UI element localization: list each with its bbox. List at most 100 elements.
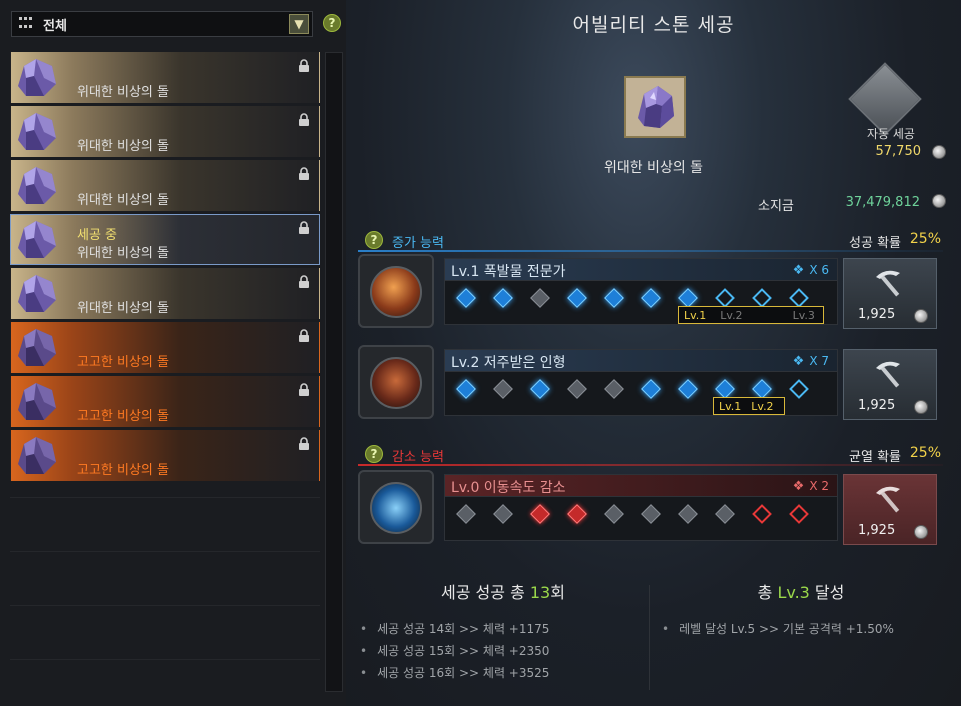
lock-icon[interactable] [297,221,311,235]
list-scrollbar[interactable] [325,52,343,692]
stone-icon [18,167,56,204]
craft-button[interactable]: 1,925 [843,349,937,420]
bolt-icon: ❖ [792,263,805,278]
progress-node [789,504,809,524]
craft-button[interactable]: 1,925 [843,258,937,329]
progress-node [604,504,624,524]
craft-cost: 1,925 [858,307,896,322]
crafting-panel: 어빌리티 스톤 세공 위대한 비상의 돌 자동 세공 57,750 소지금 37… [346,0,961,706]
stone-list: 위대한 비상의 돌 위대한 비상의 돌 위대한 비상의 돌 세공 중 위대한 비상의 돌… [10,52,320,696]
stone-icon [18,329,56,366]
ability-name: Lv.2 저주받은 인형 [451,355,566,371]
success-rate-label: 성공 확률 [849,236,901,251]
divider [649,585,650,690]
ability-row: Lv.2 저주받은 인형 ❖ X 7 Lv.1 Lv.2 1,925 [358,345,943,420]
level-tags: Lv.1 Lv.2 Lv.3 [678,306,824,324]
list-item[interactable]: 고고한 비상의 돌 [10,376,320,427]
lock-icon[interactable] [297,167,311,181]
progress-node [567,379,587,399]
decrease-section-header: ? 감소 능력 균열 확률 25% [358,444,943,466]
progress-node [678,288,698,308]
stone-icon [18,275,56,312]
stone-icon [626,78,684,136]
auto-craft-cost: 57,750 [875,144,922,159]
list-item[interactable]: 위대한 비상의 돌 [10,160,320,211]
level-total: 총 Lv.3 달성 [757,583,845,602]
pickaxe-icon [876,270,900,297]
bonus-item: 세공 성공 15회 >> 체력 +2350 [360,642,549,659]
bonus-item: 세공 성공 14회 >> 체력 +1175 [360,620,549,637]
lock-icon[interactable] [297,59,311,73]
ability-multiplier: ❖ X 7 [792,354,829,369]
progress-node [530,379,550,399]
chevron-down-icon[interactable]: ▼ [289,14,309,34]
progress-node [493,288,513,308]
selected-stone-name: 위대한 비상의 돌 [603,160,704,176]
divider [10,605,320,606]
divider [358,464,943,466]
divider [10,551,320,552]
crack-rate-label: 균열 확률 [849,450,901,465]
level-tag: Lv.2 [720,308,743,322]
progress-node [789,379,809,399]
list-item[interactable]: 위대한 비상의 돌 [10,52,320,103]
progress-node [493,379,513,399]
list-item[interactable]: 고고한 비상의 돌 [10,430,320,481]
stone-name: 위대한 비상의 돌 [77,301,169,316]
progress-node [678,504,698,524]
level-tags: Lv.1 Lv.2 [713,397,785,415]
lock-icon[interactable] [297,383,311,397]
decrease-heading: 감소 능력 [392,450,444,465]
level-tag: Lv.3 [792,308,815,322]
stone-name: 고고한 비상의 돌 [77,409,169,424]
craft-cost: 1,925 [858,398,896,413]
explosive-icon [370,266,422,318]
ability-row: Lv.0 이동속도 감소 ❖ X 2 1,925 [358,470,943,545]
list-item[interactable]: 세공 중 위대한 비상의 돌 [10,214,320,265]
stone-name: 위대한 비상의 돌 [77,193,169,208]
grid-icon [19,17,35,31]
level-tag: Lv.1 [719,399,742,413]
cursed-doll-icon [370,357,422,409]
craft-cost: 1,925 [858,523,896,538]
progress-node [789,288,809,308]
ability-name-bar: Lv.2 저주받은 인형 ❖ X 7 [445,350,837,372]
silver-coin-icon [932,194,946,208]
ability-emblem [358,345,434,419]
silver-coin-icon [914,525,928,539]
filter-dropdown[interactable]: 전체 ▼ [11,11,313,37]
lock-icon[interactable] [297,329,311,343]
bonus-item: 레벨 달성 Lv.5 >> 기본 공격력 +1.50% [662,620,894,637]
lock-icon[interactable] [297,275,311,289]
bonus-item: 세공 성공 16회 >> 체력 +3525 [360,664,549,681]
list-item[interactable]: 위대한 비상의 돌 [10,268,320,319]
progress-node [530,504,550,524]
lock-icon[interactable] [297,113,311,127]
lock-icon[interactable] [297,437,311,451]
help-icon[interactable]: ? [365,445,383,463]
stone-list-panel: 전체 ▼ ? 위대한 비상의 돌 위대한 비상의 돌 위대한 비상의 돌 세공 중 위대… [0,0,346,706]
success-total: 세공 성공 총 13회 [441,583,565,602]
success-bonus-list: 세공 성공 14회 >> 체력 +1175 세공 성공 15회 >> 체력 +23… [360,620,549,686]
progress-node [567,504,587,524]
stone-name: 고고한 비상의 돌 [77,355,169,370]
auto-craft-label: 자동 세공 [867,127,915,141]
progress-node [752,504,772,524]
speed-boot-icon [370,482,422,534]
progress-node [715,379,735,399]
help-icon[interactable]: ? [323,14,341,32]
ability-row: Lv.1 폭발물 전문가 ❖ X 6 Lv.1 Lv.2 Lv.3 1,925 [358,254,943,329]
ability-name-bar: Lv.1 폭발물 전문가 ❖ X 6 [445,259,837,281]
stone-name: 위대한 비상의 돌 [77,139,169,154]
progress-nodes [456,504,829,527]
list-item[interactable]: 위대한 비상의 돌 [10,106,320,157]
page-title: 어빌리티 스톤 세공 [572,14,735,36]
list-item[interactable]: 고고한 비상의 돌 [10,322,320,373]
help-icon[interactable]: ? [365,231,383,249]
progress-node [456,288,476,308]
selected-stone-slot [624,76,686,138]
pickaxe-icon [876,361,900,388]
craft-button[interactable]: 1,925 [843,474,937,545]
crack-rate-value: 25% [909,445,941,461]
crafting-status: 세공 중 [77,228,118,243]
